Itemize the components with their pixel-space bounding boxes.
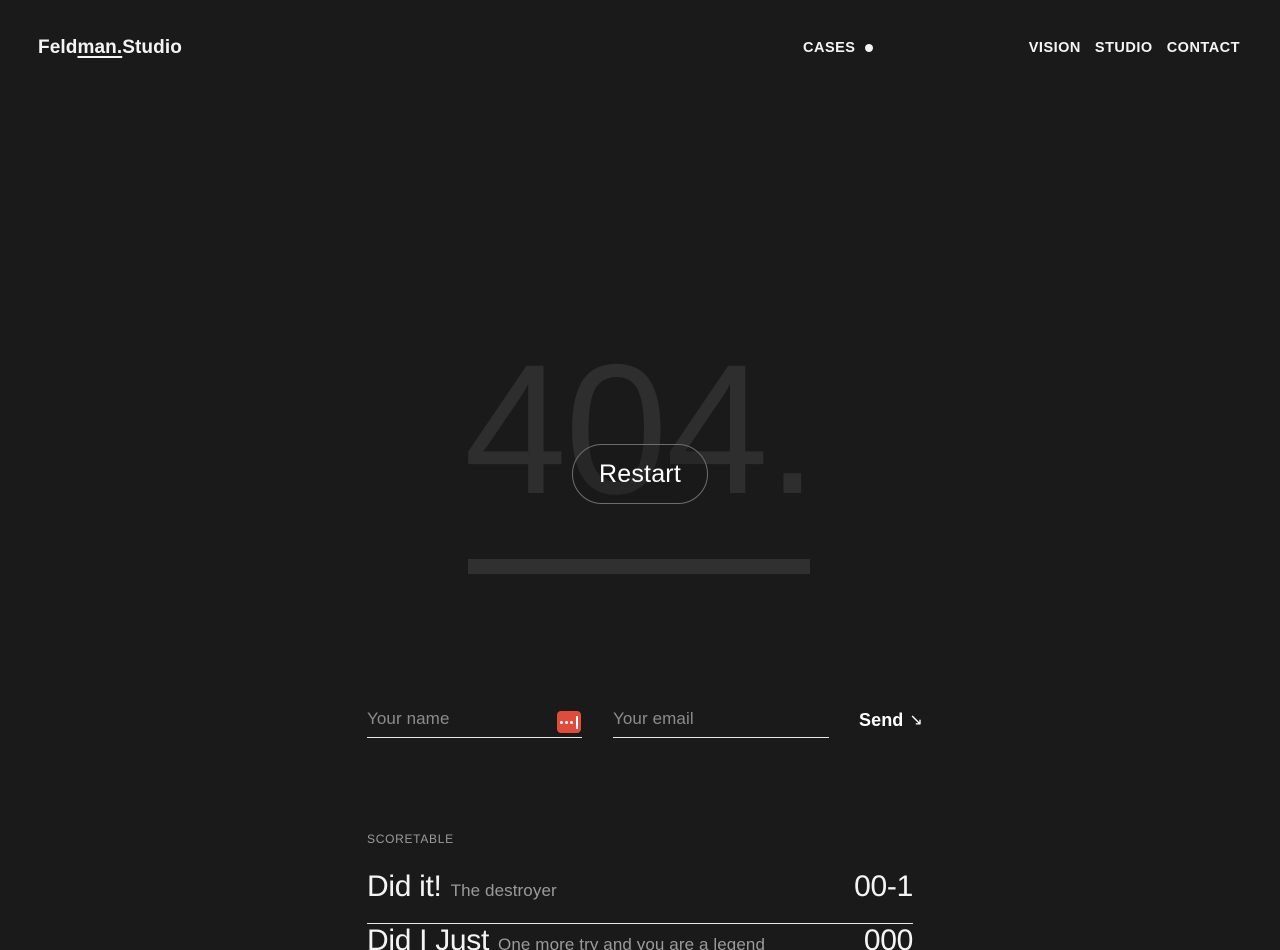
score-row-left: Did I Just One more try and you are a le… [367, 924, 765, 950]
table-row[interactable]: Did it! The destroyer 00-1 [367, 870, 913, 924]
typing-dot-1 [560, 720, 563, 724]
table-row[interactable]: Did I Just One more try and you are a le… [367, 924, 913, 950]
score-name: Did I Just [367, 924, 490, 950]
score-value: 00-1 [854, 870, 913, 903]
nav-item-contact[interactable]: CONTACT [1167, 40, 1240, 56]
typing-indicator-icon [557, 711, 581, 733]
text-caret-icon [576, 715, 578, 729]
nav-item-cases[interactable]: CASES [803, 40, 874, 56]
arrow-down-right-icon: ↘ [909, 712, 923, 729]
contact-form: Send ↘ [367, 700, 927, 750]
scoretable-section: SCORETABLE Did it! The destroyer 00-1 Di… [367, 832, 913, 950]
name-field-wrapper [367, 700, 582, 738]
name-input[interactable] [367, 700, 582, 737]
game-paddle[interactable] [468, 559, 810, 574]
score-name: Did it! [367, 870, 442, 903]
email-input[interactable] [613, 700, 829, 737]
score-row-left: Did it! The destroyer [367, 870, 557, 904]
send-button[interactable]: Send ↘ [859, 710, 923, 731]
score-tagline: The destroyer [450, 881, 557, 900]
site-logo[interactable]: Feldman.Studio [38, 37, 182, 59]
restart-button[interactable]: Restart [572, 444, 708, 504]
send-button-label: Send [859, 710, 904, 730]
logo-prefix: Feld [38, 37, 78, 58]
logo-suffix: Studio [122, 37, 182, 58]
nav-item-studio[interactable]: STUDIO [1095, 40, 1153, 56]
email-field-wrapper [613, 700, 829, 738]
score-tagline: One more try and you are a legend [498, 935, 766, 950]
typing-dot-2 [565, 720, 568, 724]
nav-item-vision[interactable]: VISION [1029, 40, 1081, 56]
scoretable-title: SCORETABLE [367, 832, 454, 846]
typing-dot-3 [570, 720, 573, 724]
dot-indicator-icon [865, 44, 874, 52]
primary-navigation: VISION STUDIO CONTACT [1029, 40, 1240, 56]
logo-underlined-part: man. [77, 37, 123, 58]
score-value: 000 [863, 924, 913, 950]
site-header: Feldman.Studio CASES VISION STUDIO CONTA… [0, 0, 1280, 96]
nav-cases-label: CASES [803, 40, 856, 56]
